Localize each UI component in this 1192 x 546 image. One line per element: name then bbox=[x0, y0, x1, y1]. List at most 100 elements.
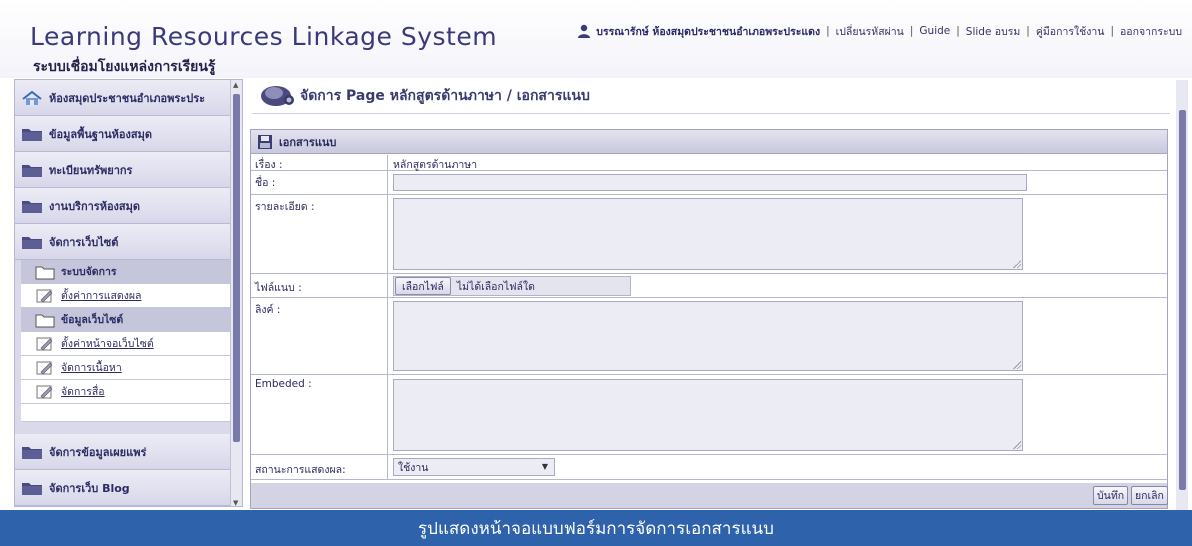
home-icon bbox=[22, 90, 42, 105]
guide-link[interactable]: Guide bbox=[919, 25, 950, 37]
file-row: ไฟล์แนบ : เลือกไฟล์ ไม่ได้เลือกไฟล์ใด bbox=[251, 274, 1167, 298]
folder-icon bbox=[22, 200, 42, 213]
embed-textarea[interactable] bbox=[393, 379, 1023, 451]
edit-icon bbox=[36, 361, 53, 374]
user-name-link[interactable]: บรรณารักษ์ ห้องสมุดประชาชนอำเภอพระประแดง bbox=[596, 23, 820, 40]
choose-file-button[interactable]: เลือกไฟล์ bbox=[395, 277, 451, 295]
save-button[interactable]: บันทึก bbox=[1093, 486, 1129, 505]
folder-icon bbox=[22, 482, 42, 495]
sidebar-item-label: ทะเบียนทรัพยากร bbox=[49, 163, 133, 177]
detail-row: รายละเอียด : bbox=[251, 195, 1167, 274]
logout-link[interactable]: ออกจากระบบ bbox=[1120, 23, 1182, 40]
sidebar-item-services[interactable]: งานบริการห้องสมุด bbox=[15, 188, 231, 224]
sidebar-item-publish[interactable]: จัดการข้อมูลเผยแพร่ bbox=[15, 434, 231, 470]
change-password-link[interactable]: เปลี่ยนรหัสผ่าน bbox=[836, 23, 904, 40]
manual-link[interactable]: คู่มือการใช้งาน bbox=[1036, 23, 1105, 40]
embed-label: Embeded : bbox=[255, 378, 312, 390]
sidebar-subitem-label: ข้อมูลเว็บไซต์ bbox=[61, 314, 124, 326]
separator: | bbox=[826, 25, 830, 37]
top-links: บรรณารักษ์ ห้องสมุดประชาชนอำเภอพระประแดง… bbox=[576, 22, 1182, 40]
sidebar-subitem-label: ระบบจัดการ bbox=[61, 266, 117, 278]
status-row: สถานะการแสดงผล: ใช้งาน ▼ bbox=[251, 455, 1167, 480]
resize-grip-icon[interactable] bbox=[1013, 260, 1021, 268]
sidebar-subitem-screen-settings[interactable]: ตั้งค่าหน้าจอเว็บไซต์ bbox=[21, 332, 231, 356]
sidebar-subitem-label: ตั้งค่าการแสดงผล bbox=[61, 290, 142, 302]
form-header: เอกสารแนบ bbox=[251, 130, 1167, 154]
resize-grip-icon[interactable] bbox=[1013, 441, 1021, 449]
sidebar-item-resources[interactable]: ทะเบียนทรัพยากร bbox=[15, 152, 231, 188]
figure-caption: รูปแสดงหน้าจอแบบฟอร์มการจัดการเอกสารแนบ bbox=[418, 518, 774, 539]
sidebar-item-label: ข้อมูลพื้นฐานห้องสมุด bbox=[49, 127, 152, 141]
sidebar-item-library-info[interactable]: ข้อมูลพื้นฐานห้องสมุด bbox=[15, 116, 231, 152]
folder-icon bbox=[22, 446, 42, 459]
caption-bar: รูปแสดงหน้าจอแบบฟอร์มการจัดการเอกสารแนบ bbox=[0, 510, 1192, 546]
sidebar-subitem-label: จัดการเนื้อหา bbox=[61, 362, 122, 374]
detail-label: รายละเอียด : bbox=[255, 201, 315, 213]
scroll-down-icon[interactable]: ▼ bbox=[233, 499, 238, 506]
edit-icon bbox=[36, 337, 53, 350]
sidebar-item-website[interactable]: จัดการเว็บไซต์ bbox=[15, 224, 231, 260]
sidebar-subitem-system[interactable]: ระบบจัดการ bbox=[21, 260, 231, 284]
link-textarea[interactable] bbox=[393, 301, 1023, 371]
separator: | bbox=[956, 25, 960, 37]
sidebar-subitem-content[interactable]: จัดการเนื้อหา bbox=[21, 356, 231, 380]
folder-icon bbox=[22, 128, 42, 141]
folder-icon bbox=[22, 164, 42, 177]
scrollbar-thumb[interactable] bbox=[1179, 110, 1186, 490]
app-header: Learning Resources Linkage System ระบบเช… bbox=[0, 0, 1192, 78]
status-select[interactable]: ใช้งาน ▼ bbox=[393, 458, 555, 476]
sidebar-item-library-home[interactable]: ห้องสมุดประชาชนอำเภอพระประ bbox=[15, 80, 231, 116]
satellite-icon bbox=[261, 86, 294, 106]
sidebar-subitem-empty bbox=[21, 404, 231, 422]
sidebar-item-label: จัดการข้อมูลเผยแพร่ bbox=[49, 445, 147, 459]
resize-grip-icon[interactable] bbox=[1013, 361, 1021, 369]
slide-link[interactable]: Slide อบรม bbox=[966, 23, 1021, 40]
sidebar-item-blog[interactable]: จัดการเว็บ Blog bbox=[15, 470, 231, 506]
name-label: ชื่อ : bbox=[255, 177, 276, 189]
form-title: เอกสารแนบ bbox=[279, 135, 337, 149]
sidebar-item-label: จัดการเว็บไซต์ bbox=[49, 235, 119, 249]
separator: | bbox=[1110, 25, 1114, 37]
user-icon bbox=[578, 24, 591, 38]
sidebar-subitem-media[interactable]: จัดการสื่อ bbox=[21, 380, 231, 404]
main-scrollbar[interactable] bbox=[1176, 80, 1188, 510]
folder-icon bbox=[35, 314, 55, 327]
sidebar-item-label: งานบริการห้องสมุด bbox=[49, 199, 141, 213]
status-label: สถานะการแสดงผล: bbox=[255, 464, 346, 476]
detail-textarea[interactable] bbox=[393, 198, 1023, 270]
file-label: ไฟล์แนบ : bbox=[255, 282, 302, 294]
separator: | bbox=[909, 25, 914, 37]
sidebar-item-label: ห้องสมุดประชาชนอำเภอพระประ bbox=[49, 91, 206, 105]
app-title: Learning Resources Linkage System bbox=[30, 22, 498, 51]
embed-row: Embeded : bbox=[251, 375, 1167, 455]
file-status: ไม่ได้เลือกไฟล์ใด bbox=[456, 280, 535, 293]
sidebar-subitem-label: จัดการสื่อ bbox=[61, 386, 105, 398]
file-picker: เลือกไฟล์ ไม่ได้เลือกไฟล์ใด bbox=[393, 276, 631, 296]
folder-icon bbox=[35, 266, 55, 279]
link-row: ลิงค์ : bbox=[251, 298, 1167, 375]
chevron-down-icon: ▼ bbox=[541, 462, 548, 471]
page-title: จัดการ Page หลักสูตรด้านภาษา / เอกสารแนบ bbox=[300, 88, 590, 104]
name-input[interactable] bbox=[393, 174, 1027, 191]
attachment-form: เอกสารแนบ เรื่อง : หลักสูตรด้านภาษา ชื่อ… bbox=[250, 129, 1168, 509]
subject-row: เรื่อง : หลักสูตรด้านภาษา bbox=[251, 155, 1167, 171]
sidebar-scrollbar[interactable]: ▲ ▼ bbox=[230, 80, 242, 506]
link-label: ลิงค์ : bbox=[255, 304, 281, 316]
sidebar-item-label: จัดการเว็บ Blog bbox=[49, 481, 130, 495]
app-subtitle: ระบบเชื่อมโยงแหล่งการเรียนรู้ bbox=[33, 59, 216, 75]
edit-icon bbox=[36, 385, 53, 398]
cancel-button[interactable]: ยกเลิก bbox=[1131, 486, 1168, 505]
name-row: ชื่อ : bbox=[251, 171, 1167, 195]
floppy-icon bbox=[258, 134, 272, 149]
edit-icon bbox=[36, 289, 53, 302]
form-footer: บันทึก ยกเลิก bbox=[251, 483, 1168, 508]
folder-icon bbox=[22, 236, 42, 249]
scrollbar-thumb[interactable] bbox=[233, 94, 240, 442]
separator: | bbox=[1026, 25, 1030, 37]
main-title-bar: จัดการ Page หลักสูตรด้านภาษา / เอกสารแนบ bbox=[252, 74, 1170, 114]
scroll-up-icon[interactable]: ▲ bbox=[233, 81, 238, 89]
sidebar-subitem-display-settings[interactable]: ตั้งค่าการแสดงผล bbox=[21, 284, 231, 308]
sidebar-subitem-website-info[interactable]: ข้อมูลเว็บไซต์ bbox=[21, 308, 231, 332]
sidebar-subitem-label: ตั้งค่าหน้าจอเว็บไซต์ bbox=[61, 338, 154, 350]
sidebar: ห้องสมุดประชาชนอำเภอพระประ ข้อมูลพื้นฐาน… bbox=[14, 79, 243, 507]
